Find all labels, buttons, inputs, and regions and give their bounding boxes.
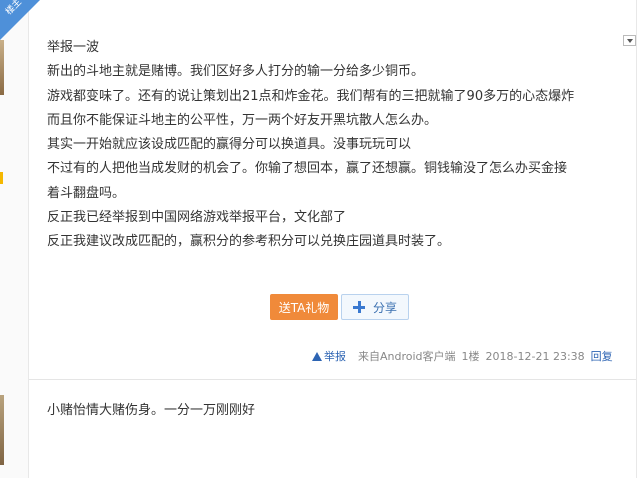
avatar[interactable] [0,40,4,95]
post-line: 着斗翻盘吗。 [47,185,126,201]
post-line: 新出的斗地主就是赌博。我们区好多人打分的输一分给多少铜币。 [47,64,425,80]
level-icon [0,172,3,184]
reply-content: 小赌怡情大赌伤身。一分一万刚刚好 [47,403,256,418]
left-avatar-column [0,0,28,478]
post-line: 游戏都变味了。还有的说让策划出21点和炸金花。我们帮有的三把就输了90多万的心态… [47,88,575,104]
post-line: 不过有的人把他当成发财的机会了。你输了想回本，赢了还想赢。铜钱输没了怎么办买金接 [47,161,568,177]
column-divider [28,0,29,478]
share-button[interactable]: 分享 [341,294,409,320]
post-divider [29,379,636,380]
share-button-label: 分享 [372,300,397,315]
reply-link[interactable]: 回复 [591,348,613,364]
post-time: 2018-12-21 23:38 [485,349,585,363]
client-source: 来自Android客户端 [358,350,456,363]
send-gift-button[interactable]: 送TA礼物 [270,294,338,320]
post-meta-bar: 举报 来自Android客户端 1楼 2018-12-21 23:38 回复 [312,347,619,365]
report-link[interactable]: 举报 [312,348,352,364]
avatar[interactable] [0,395,4,465]
post-line: 反正我已经举报到中国网络游戏举报平台，文化部了 [47,210,347,226]
plus-icon [352,301,365,313]
post-content: 举报一波 新出的斗地主就是赌博。我们区好多人打分的输一分给多少铜币。 游戏都变味… [47,36,627,255]
post-line: 其实一开始就应该设成匹配的赢得分可以换道具。没事玩玩可以 [47,137,412,153]
right-border [636,0,637,478]
post-line: 而且你不能保证斗地主的公平性，万一两个好友开黑坑散人怎么办。 [47,112,438,128]
post-line: 反正我建议改成匹配的，赢积分的参考积分可以兑换庄园道具时装了。 [47,234,451,250]
warning-icon [312,351,322,361]
floor-number: 1楼 [461,350,480,363]
report-link-label: 举报 [324,350,346,363]
post-line: 举报一波 [47,40,100,55]
